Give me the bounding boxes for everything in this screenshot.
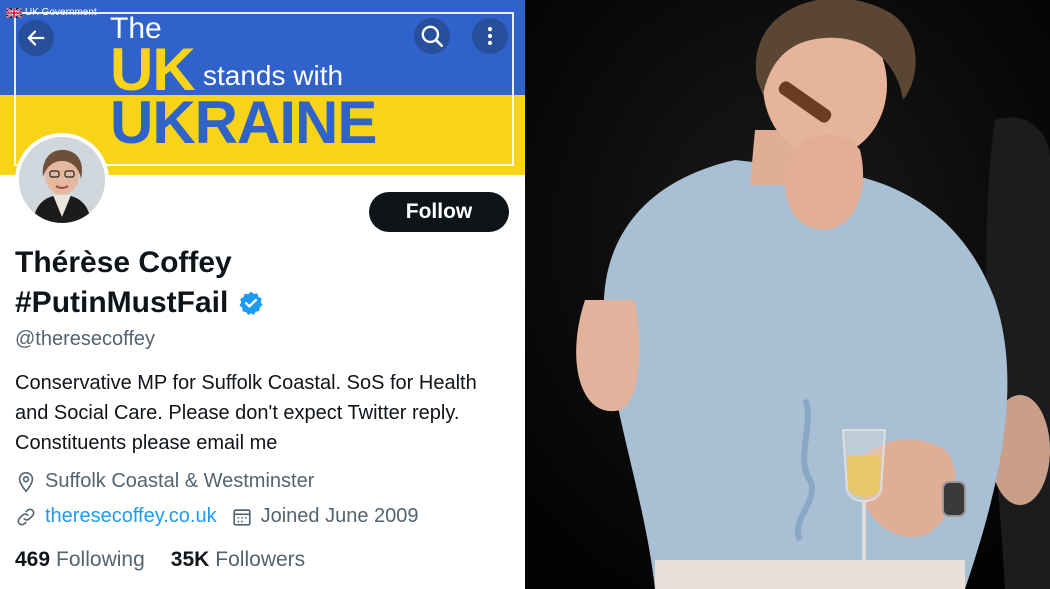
arrow-left-icon [27, 30, 45, 46]
verified-badge-icon [239, 291, 263, 316]
display-name-line2: #PutinMustFail [15, 284, 264, 322]
more-options-button[interactable] [472, 18, 508, 54]
location-pin-icon [15, 471, 37, 493]
search-icon [421, 25, 444, 48]
joined-date: Joined June 2009 [260, 505, 419, 527]
profile-bio: Conservative MP for Suffolk Coastal. SoS… [15, 372, 477, 454]
location-row: Suffolk Coastal & Westminster [15, 470, 314, 493]
gov-tag-label: UK Government [25, 7, 97, 18]
uk-government-tag: UK Government [6, 7, 97, 18]
user-handle: @theresecoffey [15, 328, 156, 350]
followers-count[interactable]: 35K [171, 548, 210, 572]
photo-illustration [525, 0, 1050, 589]
banner-text-ukraine: UKRAINE [110, 89, 377, 156]
following-label[interactable]: Following [56, 548, 145, 572]
banner-text-stands-with: stands with [203, 60, 344, 91]
search-button[interactable] [414, 18, 450, 54]
union-flag-icon [6, 7, 22, 18]
avatar[interactable] [15, 133, 109, 227]
avatar-portrait [19, 137, 105, 223]
more-vertical-icon [487, 27, 493, 45]
link-and-joined-row: theresecoffey.co.uk Joined June 2009 [15, 505, 419, 528]
photo-panel [525, 0, 1050, 589]
link-icon [15, 506, 37, 528]
back-button[interactable] [18, 20, 54, 56]
calendar-icon [231, 506, 253, 528]
followers-label[interactable]: Followers [215, 548, 305, 572]
follow-stats: 469 Following 35K Followers [15, 548, 305, 572]
twitter-profile-panel: UK Government The UK stands with UKRAINE [0, 0, 525, 589]
display-name: Thérèse Coffey [15, 246, 232, 279]
location-text: Suffolk Coastal & Westminster [45, 470, 315, 492]
display-name-hashtag: #PutinMustFail [15, 286, 229, 319]
following-count[interactable]: 469 [15, 548, 50, 572]
website-link[interactable]: theresecoffey.co.uk [45, 505, 217, 528]
follow-button[interactable]: Follow [369, 192, 509, 232]
